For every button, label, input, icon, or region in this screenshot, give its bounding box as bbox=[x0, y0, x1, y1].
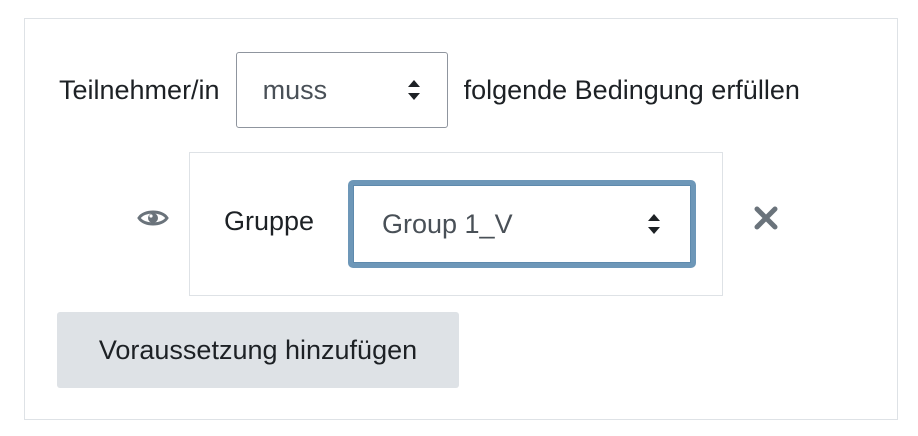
requirement-select-value: muss bbox=[262, 74, 328, 105]
close-icon[interactable] bbox=[752, 204, 780, 232]
condition-type-label: Gruppe bbox=[224, 206, 315, 236]
prefix-label: Teilnehmer/in bbox=[59, 74, 220, 105]
group-select-value: Group 1_V bbox=[382, 208, 513, 239]
sort-arrows-icon bbox=[648, 214, 660, 234]
requirement-select[interactable]: muss bbox=[235, 52, 448, 128]
suffix-label: folgende Bedingung erfüllen bbox=[463, 74, 800, 105]
sort-arrows-icon bbox=[407, 80, 420, 100]
add-restriction-button[interactable]: Voraussetzung hinzufügen bbox=[57, 312, 459, 388]
group-select[interactable]: Group 1_V bbox=[348, 180, 696, 268]
restriction-row: Teilnehmer/in muss folgende Bedingung er… bbox=[59, 52, 800, 128]
eye-icon[interactable] bbox=[137, 206, 169, 230]
